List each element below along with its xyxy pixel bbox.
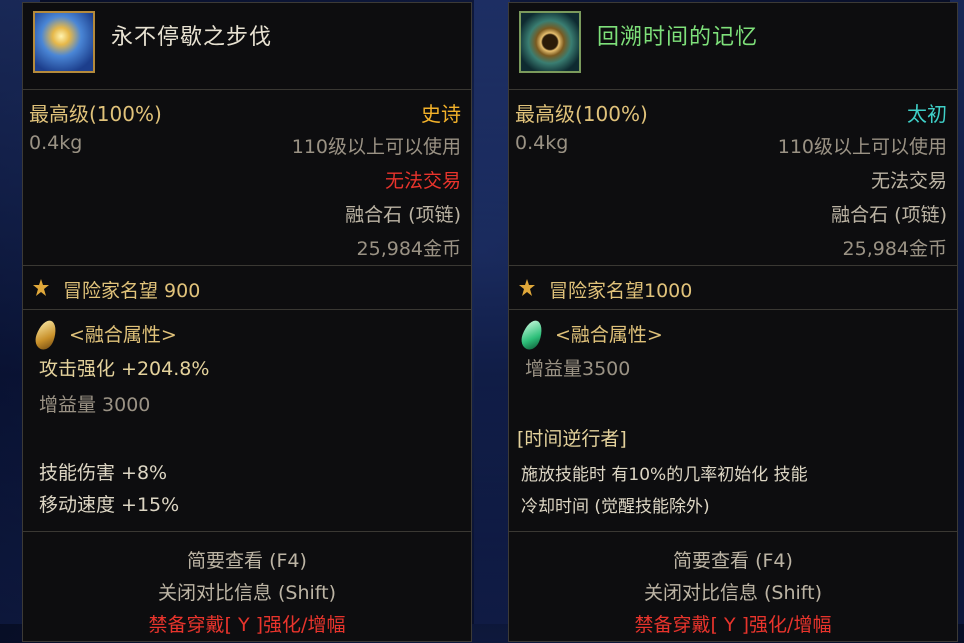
level-requirement: 110级以上可以使用 <box>777 136 947 158</box>
item-price: 25,984金币 <box>842 238 947 260</box>
trade-status: 无法交易 <box>384 170 461 192</box>
item-grade: 最高级(100%) <box>515 102 648 126</box>
fame-row: 冒险家名望1000 <box>509 265 957 309</box>
tooltip-footer: 简要查看 (F4) 关闭对比信息 (Shift) 禁备穿戴[ Y ]强化/增幅 <box>509 531 957 643</box>
brief-view-hint: 简要查看 (F4) <box>673 550 793 572</box>
stat-buff: 增益量3500 <box>525 358 631 380</box>
item-price: 25,984金币 <box>356 238 461 260</box>
fame-row: 冒险家名望 900 <box>23 265 471 309</box>
fusion-stone-clock-icon <box>519 11 581 73</box>
trade-status: 无法交易 <box>870 170 947 192</box>
fusion-header: <融合属性> <box>555 324 663 346</box>
stat-move-speed: 移动速度 +15% <box>39 494 180 516</box>
fusion-gem-icon <box>32 317 60 353</box>
item-type: 融合石 (项链) <box>345 204 461 226</box>
brief-view-hint: 简要查看 (F4) <box>187 550 307 572</box>
fusion-attributes: <融合属性> 增益量3500 [时间逆行者] 施放技能时 有10%的几率初始化 … <box>509 309 957 531</box>
item-title: 永不停歇之步伐 <box>111 25 273 50</box>
close-compare-hint: 关闭对比信息 (Shift) <box>157 582 337 604</box>
stat-buff: 增益量 3000 <box>39 394 151 416</box>
effect-line-2: 冷却时间 (觉醒技能除外) <box>521 497 710 517</box>
fusion-gem-icon <box>518 317 546 353</box>
item-rarity: 太初 <box>907 102 947 126</box>
background-middle <box>474 0 510 624</box>
tooltip-header: 永不停歇之步伐 <box>23 3 471 89</box>
fusion-header: <融合属性> <box>69 324 177 346</box>
stat-skill-damage: 技能伤害 +8% <box>39 462 168 484</box>
stat-attack: 攻击强化 +204.8% <box>39 358 210 380</box>
tooltip-footer: 简要查看 (F4) 关闭对比信息 (Shift) 禁备穿戴[ Y ]强化/增幅 <box>23 531 471 643</box>
item-weight: 0.4kg <box>29 132 83 154</box>
adventurer-fame: 冒险家名望 900 <box>63 280 201 302</box>
close-compare-hint: 关闭对比信息 (Shift) <box>643 582 823 604</box>
fusion-stone-blue-icon <box>33 11 95 73</box>
item-grade: 最高级(100%) <box>29 102 162 126</box>
tooltip-header: 回溯时间的记忆 <box>509 3 957 89</box>
effect-title: [时间逆行者] <box>517 428 627 450</box>
level-requirement: 110级以上可以使用 <box>291 136 461 158</box>
item-type: 融合石 (项链) <box>831 204 947 226</box>
fusion-attributes: <融合属性> 攻击强化 +204.8% 增益量 3000 技能伤害 +8% 移动… <box>23 309 471 531</box>
effect-line-1: 施放技能时 有10%的几率初始化 技能 <box>521 465 808 485</box>
item-weight: 0.4kg <box>515 132 569 154</box>
item-info: 最高级(100%) 太初 0.4kg 110级以上可以使用 无法交易 融合石 (… <box>509 89 957 265</box>
fame-laurel-icon <box>33 279 49 296</box>
item-tooltip-right: 回溯时间的记忆 最高级(100%) 太初 0.4kg 110级以上可以使用 无法… <box>508 2 958 642</box>
adventurer-fame: 冒险家名望1000 <box>549 280 693 302</box>
fame-laurel-icon <box>519 279 535 296</box>
item-rarity: 史诗 <box>421 102 461 126</box>
item-tooltip-left: 永不停歇之步伐 最高级(100%) 史诗 0.4kg 110级以上可以使用 无法… <box>22 2 472 642</box>
item-title: 回溯时间的记忆 <box>597 25 759 50</box>
item-info: 最高级(100%) 史诗 0.4kg 110级以上可以使用 无法交易 融合石 (… <box>23 89 471 265</box>
